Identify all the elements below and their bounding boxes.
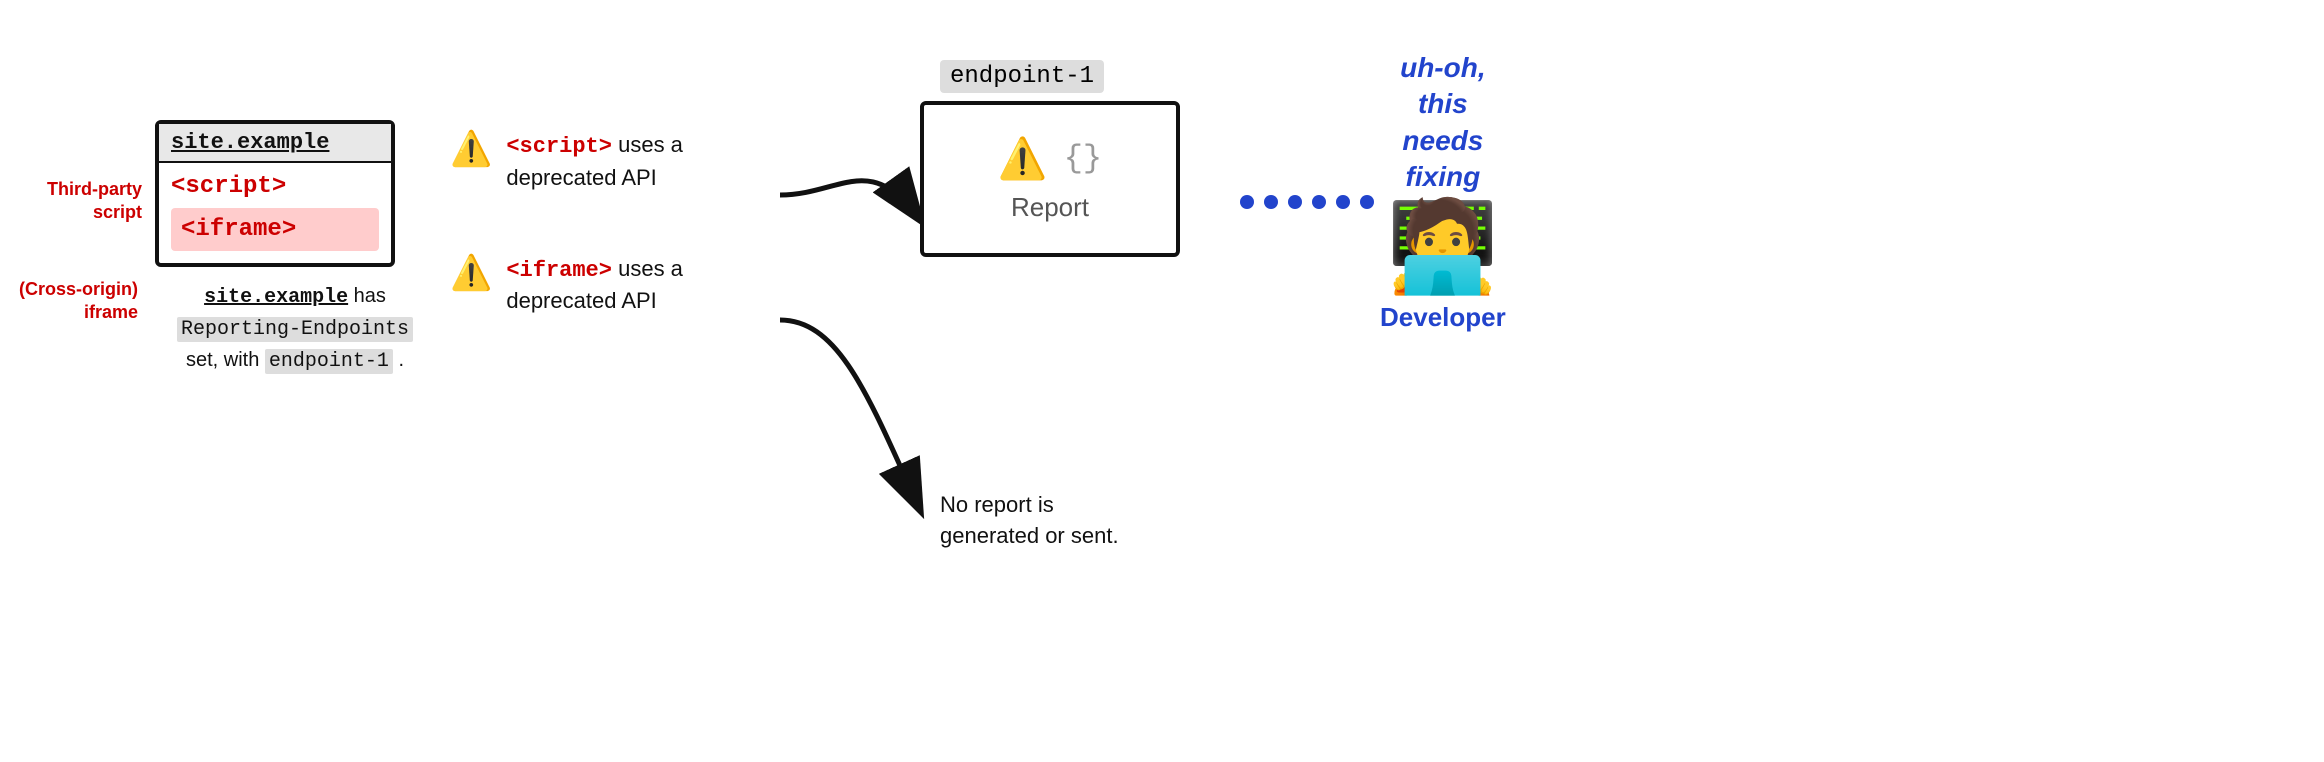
site-title: site.example xyxy=(171,130,329,155)
iframe-code-label: <iframe> xyxy=(506,258,612,283)
braces-icon: {} xyxy=(1064,140,1102,177)
developer-section: uh-oh,thisneedsfixing 🧑‍💻 Developer xyxy=(1380,50,1506,333)
developer-label: Developer xyxy=(1380,302,1506,333)
diagram: Third-party script (Cross-origin) iframe… xyxy=(0,0,2324,762)
dots-section xyxy=(1240,195,1374,209)
no-report-line2: generated or sent. xyxy=(940,523,1119,548)
dot-1 xyxy=(1240,195,1254,209)
site-box: site.example <script> <iframe> xyxy=(155,120,395,267)
warning-text-iframe: <iframe> uses a deprecated API xyxy=(506,254,786,318)
site-caption-text3: . xyxy=(398,349,404,371)
site-caption-text1: has xyxy=(354,285,386,307)
site-box-wrapper: site.example <script> <iframe> site.exam… xyxy=(155,120,435,377)
site-caption-reporting-endpoints: Reporting-Endpoints xyxy=(177,317,413,342)
no-report-text: No report is generated or sent. xyxy=(940,490,1119,552)
endpoint-label: endpoint-1 xyxy=(940,60,1104,93)
site-body: <script> <iframe> xyxy=(159,163,391,263)
site-caption-endpoint1: endpoint-1 xyxy=(265,349,393,374)
dot-4 xyxy=(1312,195,1326,209)
endpoint-icons: ⚠️ {} xyxy=(998,135,1102,182)
third-party-script-label: Third-party script xyxy=(22,178,142,225)
dot-6 xyxy=(1360,195,1374,209)
warning-item-iframe: ⚠️ <iframe> uses a deprecated API xyxy=(450,254,786,318)
site-caption-code1: site.example xyxy=(204,286,348,309)
iframe-tag-box: <iframe> xyxy=(171,208,379,251)
warning-item-script: ⚠️ <script> uses a deprecated API xyxy=(450,130,786,194)
developer-emoji: 🧑‍💻 xyxy=(1387,202,1499,292)
script-tag-label: <script> xyxy=(171,173,379,200)
dot-5 xyxy=(1336,195,1350,209)
site-caption-text2: set, with xyxy=(186,349,265,371)
script-code-label: <script> xyxy=(506,134,612,159)
dot-2 xyxy=(1264,195,1278,209)
endpoint-box: ⚠️ {} Report xyxy=(920,101,1180,257)
endpoint-report-text: Report xyxy=(1011,192,1089,223)
dot-3 xyxy=(1288,195,1302,209)
no-report-line1: No report is xyxy=(940,492,1054,517)
iframe-tag-label: <iframe> xyxy=(181,216,296,243)
endpoint-wrapper: endpoint-1 ⚠️ {} Report xyxy=(920,60,1180,257)
warning-icon-iframe: ⚠️ xyxy=(450,256,492,290)
cross-origin-iframe-label: (Cross-origin) iframe xyxy=(8,278,138,325)
warnings-section: ⚠️ <script> uses a deprecated API ⚠️ <if… xyxy=(450,130,786,317)
warning-text-script: <script> uses a deprecated API xyxy=(506,130,786,194)
site-caption: site.example has Reporting-Endpoints set… xyxy=(155,281,435,377)
warning-icon-endpoint: ⚠️ xyxy=(998,135,1048,182)
warning-icon-script: ⚠️ xyxy=(450,132,492,166)
uh-oh-text: uh-oh,thisneedsfixing xyxy=(1400,50,1486,196)
site-title-bar: site.example xyxy=(159,124,391,163)
